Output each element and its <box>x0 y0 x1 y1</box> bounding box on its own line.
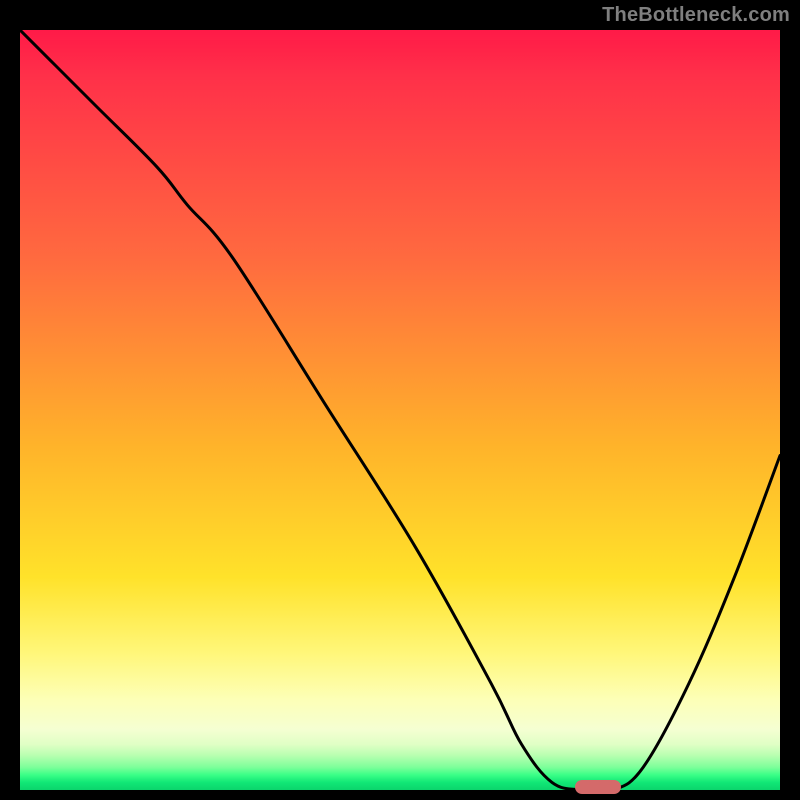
curve-layer <box>20 30 780 790</box>
watermark-label: TheBottleneck.com <box>602 4 790 27</box>
chart-canvas: TheBottleneck.com <box>0 0 800 800</box>
bottleneck-curve <box>20 30 780 790</box>
plot-area <box>20 30 780 790</box>
optimum-marker <box>575 780 621 794</box>
